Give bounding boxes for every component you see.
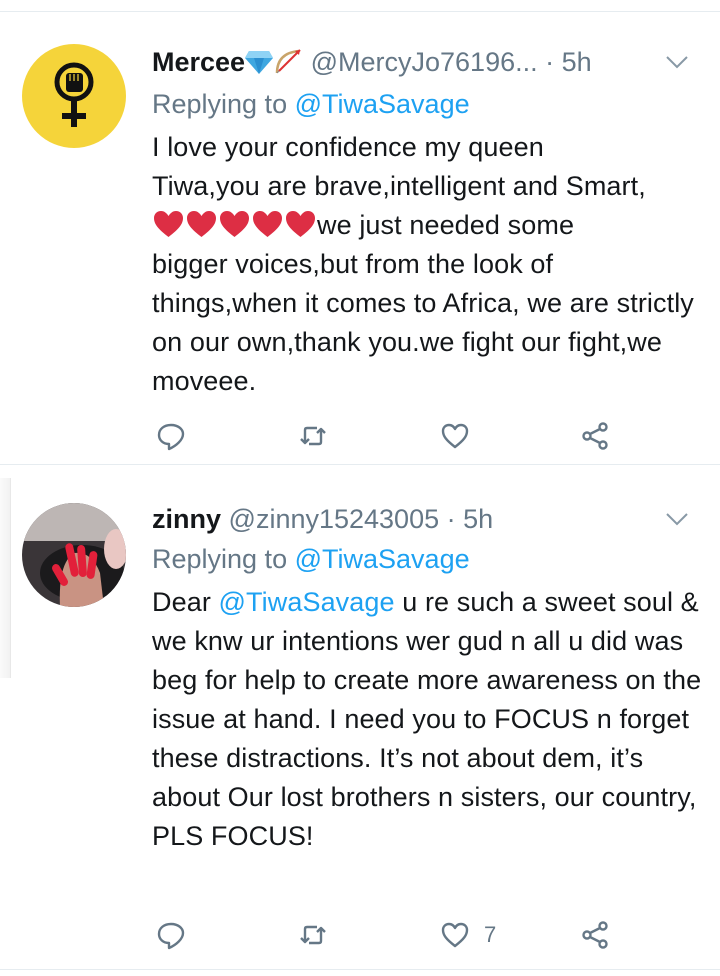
retweet-icon xyxy=(300,925,326,945)
tweet-text: Dear @TiwaSavage u re such a sweet soul … xyxy=(152,583,702,856)
reply-mention-link[interactable]: @TiwaSavage xyxy=(295,544,470,574)
tweet-text-rest: u re such a sweet soul & we knw ur inten… xyxy=(152,587,702,851)
tweet-text-prefix: Dear xyxy=(152,587,211,617)
tweet-actions xyxy=(156,420,620,452)
avatar-photo xyxy=(22,503,126,607)
red-heart-emoji-icon xyxy=(253,211,282,237)
reply-button[interactable] xyxy=(156,420,186,452)
tweet-header: zinny @zinny15243005 · 5h xyxy=(152,499,700,539)
tweet-divider xyxy=(0,969,720,970)
heart-emoji-group xyxy=(152,210,317,240)
tweet-time[interactable]: · 5h xyxy=(447,504,494,534)
red-heart-emoji-icon xyxy=(154,211,183,237)
tweet-text-rest: bigger voices,but from the look of thing… xyxy=(152,249,694,396)
heart-icon xyxy=(441,922,469,948)
replying-to-label: Replying to xyxy=(152,544,288,574)
display-name[interactable]: zinny xyxy=(152,504,221,534)
feminist-fist-icon xyxy=(54,62,94,127)
reply-icon xyxy=(157,423,185,451)
like-count: 7 xyxy=(484,922,497,947)
share-button[interactable] xyxy=(580,420,610,452)
reply-icon xyxy=(157,922,185,950)
retweet-button[interactable] xyxy=(298,420,328,452)
reply-button[interactable] xyxy=(156,919,186,951)
replying-to-label: Replying to xyxy=(152,89,288,119)
gem-emoji-icon xyxy=(245,51,274,74)
reply-mention-link[interactable]: @TiwaSavage xyxy=(295,89,470,119)
avatar[interactable] xyxy=(22,503,126,607)
red-heart-emoji-icon xyxy=(220,211,249,237)
share-icon xyxy=(582,422,608,450)
tweet-text: I love your confidence my queen Tiwa,you… xyxy=(152,128,702,401)
chevron-down-icon[interactable] xyxy=(664,52,690,72)
bow-and-arrow-emoji-icon xyxy=(275,49,301,74)
replying-to: Replying to @TiwaSavage xyxy=(152,541,470,577)
tweet-mention-link[interactable]: @TiwaSavage xyxy=(219,587,395,617)
red-heart-emoji-icon xyxy=(286,211,315,237)
tweet-card[interactable]: Mercee @MercyJo76196... · 5h Replying to… xyxy=(0,12,720,465)
avatar[interactable] xyxy=(22,44,126,148)
retweet-button[interactable] xyxy=(298,919,328,951)
tweet-time[interactable]: · 5h xyxy=(545,47,592,77)
share-button[interactable] xyxy=(580,919,610,951)
user-handle[interactable]: @zinny15243005 xyxy=(229,504,440,534)
tweet-card[interactable]: zinny @zinny15243005 · 5h Replying to @T… xyxy=(0,465,720,970)
like-button[interactable] xyxy=(440,420,484,452)
user-handle[interactable]: @MercyJo76196... xyxy=(311,47,538,77)
heart-icon xyxy=(441,423,469,449)
tweet-text-line: we just needed some xyxy=(317,210,575,240)
retweet-icon xyxy=(300,426,326,446)
tweet-header: Mercee @MercyJo76196... · 5h xyxy=(152,42,700,82)
display-name[interactable]: Mercee xyxy=(152,47,245,77)
tweet-actions: 7 xyxy=(156,919,620,951)
replying-to: Replying to @TiwaSavage xyxy=(152,86,470,122)
like-button[interactable]: 7 xyxy=(440,919,496,951)
tweet-text-line: Tiwa,you are brave,intelligent and Smart… xyxy=(152,171,646,201)
chevron-down-icon[interactable] xyxy=(664,509,690,529)
tweet-text-line: I love your confidence my queen xyxy=(152,132,544,162)
share-icon xyxy=(582,921,608,949)
red-heart-emoji-icon xyxy=(187,211,216,237)
